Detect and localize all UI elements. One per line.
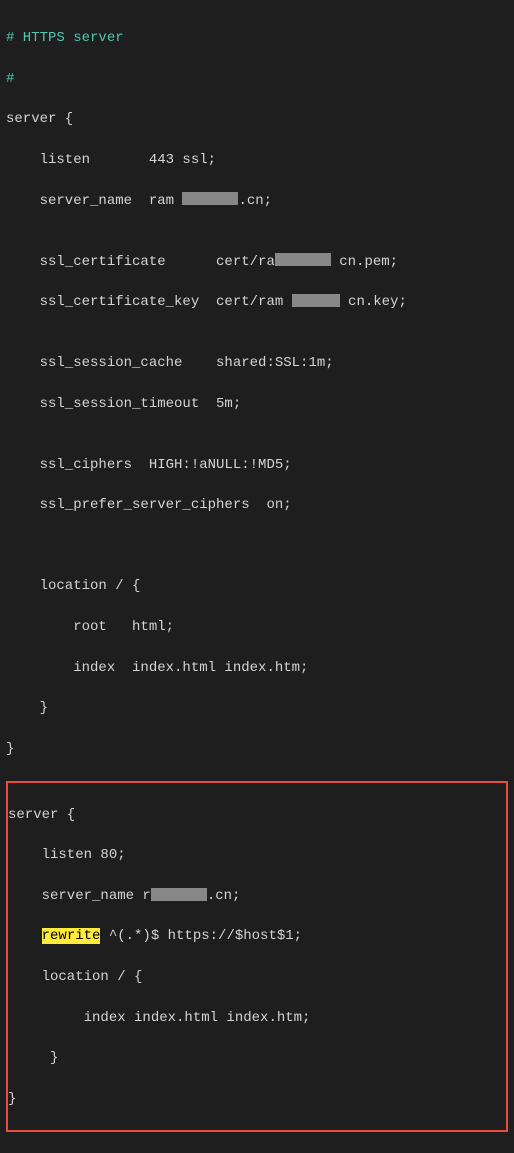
code-text: cn.key; [340, 294, 407, 310]
code-line: ssl_session_cache shared:SSL:1m; [6, 353, 508, 373]
code-line: rewrite ^(.*)$ https://$host$1; [8, 926, 506, 946]
code-line: ssl_prefer_server_ciphers on; [6, 495, 508, 515]
code-line: ssl_certificate cert/ra cn.pem; [6, 252, 508, 272]
code-line: location / { [6, 576, 508, 596]
code-line: server_name ram .cn; [6, 191, 508, 211]
code-line: listen 80; [8, 845, 506, 865]
code-line: listen 443 ssl; [6, 150, 508, 170]
code-line: } [6, 739, 508, 759]
highlighted-section: server { listen 80; server_name r .cn; re… [6, 781, 508, 1132]
comment-line: # HTTPS server [6, 28, 508, 48]
code-line: server_name r .cn; [8, 886, 506, 906]
code-text: server_name r [8, 888, 151, 904]
comment-line: # [6, 69, 508, 89]
code-text: server_name ram [6, 193, 174, 209]
code-line: } [8, 1048, 506, 1068]
code-text [8, 928, 42, 944]
redacted-text [182, 192, 238, 205]
code-line: index index.html index.htm; [6, 658, 508, 678]
code-block: # HTTPS server # server { listen 443 ssl… [6, 8, 508, 1153]
highlighted-keyword: rewrite [42, 928, 101, 944]
code-text: ^(.*)$ https://$host$1; [100, 928, 302, 944]
code-text: ssl_certificate cert/ra [6, 254, 275, 270]
code-text: ssl_certificate_key cert/ram [6, 294, 283, 310]
redacted-text [151, 888, 207, 901]
code-line: location / { [8, 967, 506, 987]
code-line: root html; [6, 617, 508, 637]
code-line: } [6, 698, 508, 718]
redacted-text [275, 253, 331, 266]
code-text: cn.pem; [331, 254, 398, 270]
code-line: ssl_certificate_key cert/ram cn.key; [6, 292, 508, 312]
code-line: ssl_session_timeout 5m; [6, 394, 508, 414]
redacted-text [292, 294, 340, 307]
code-line: ssl_ciphers HIGH:!aNULL:!MD5; [6, 455, 508, 475]
code-line: } [8, 1089, 506, 1109]
code-line: server { [8, 805, 506, 825]
code-text: .cn; [207, 888, 241, 904]
code-line: server { [6, 109, 508, 129]
code-text: .cn; [238, 193, 272, 209]
code-line: index index.html index.htm; [8, 1008, 506, 1028]
